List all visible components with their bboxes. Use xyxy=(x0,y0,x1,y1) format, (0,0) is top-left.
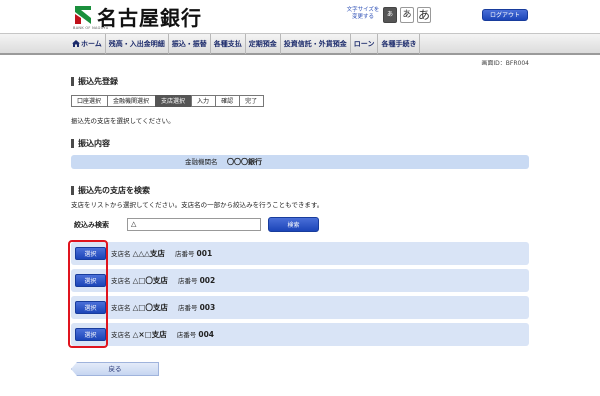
search-hint: 支店をリストから選択してください。支店名の一部から絞込みを行うこともできます。 xyxy=(71,201,324,209)
transfer-section-title: 振込内容 xyxy=(71,139,110,148)
nav-item-home[interactable]: ホーム xyxy=(70,34,106,54)
branch-row: 選択 支店名 △×□支店 店番号 004 xyxy=(71,323,529,346)
step-input: 入力 xyxy=(191,95,217,107)
branch-row: 選択 支店名 △□〇支店 店番号 003 xyxy=(71,296,529,319)
step-bank: 金融機関選択 xyxy=(107,95,157,107)
nav-item-investment[interactable]: 投資信託・外貨預金 xyxy=(281,34,351,54)
font-size-label: 文字サイズを変更する xyxy=(346,7,380,20)
branch-name: △□〇支店 xyxy=(132,303,168,312)
header: BANK OF NAGOYA 名古屋銀行 文字サイズを変更する あ あ あ ログ… xyxy=(0,0,600,33)
branch-number: 002 xyxy=(199,276,216,285)
branch-number-label: 店番号 xyxy=(178,277,198,285)
nav-item-payments[interactable]: 各種支払 xyxy=(211,34,246,54)
search-section-title: 振込先の支店を検索 xyxy=(71,186,150,195)
bank-value: 〇〇〇銀行 xyxy=(227,158,262,166)
logout-button[interactable]: ログアウト xyxy=(482,9,528,21)
font-size-large-button[interactable]: あ xyxy=(417,7,431,23)
nav-item-time-deposit[interactable]: 定期預金 xyxy=(246,34,281,54)
back-button[interactable]: 戻る xyxy=(71,362,159,376)
branch-row: 選択 支店名 △□〇支店 店番号 002 xyxy=(71,269,529,292)
step-complete: 完了 xyxy=(239,95,265,107)
step-confirm: 確認 xyxy=(215,95,241,107)
step-indicator: 口座選択 金融機関選択 支店選択 入力 確認 完了 xyxy=(71,95,265,107)
nav-item-transfer[interactable]: 振込・振替 xyxy=(169,34,211,54)
branch-number-label: 店番号 xyxy=(178,304,198,312)
branch-number-label: 店番号 xyxy=(176,331,197,339)
search-label: 絞込み検索 xyxy=(74,221,109,229)
nav-item-loan[interactable]: ローン xyxy=(351,34,379,54)
page-instruction: 振込先の支店を選択してください。 xyxy=(71,117,175,125)
branch-number: 004 xyxy=(198,330,215,339)
bank-name: 名古屋銀行 xyxy=(97,6,202,30)
nav-item-label: ホーム xyxy=(81,40,102,48)
font-size-medium-button[interactable]: あ xyxy=(400,7,414,23)
branch-row: 選択 支店名 △△△支店 店番号 001 xyxy=(71,242,529,265)
select-buttons-highlight xyxy=(68,240,108,348)
branch-name: △×□支店 xyxy=(132,330,167,339)
nav-item-procedures[interactable]: 各種手続き xyxy=(378,34,421,54)
branch-number: 001 xyxy=(196,249,213,258)
search-input[interactable]: △ xyxy=(127,218,261,231)
branch-number-label: 店番号 xyxy=(174,250,195,258)
bank-label: 金融機関名 xyxy=(185,158,218,166)
bank-info-box: 金融機関名 〇〇〇銀行 xyxy=(71,155,529,169)
bank-logo-icon xyxy=(75,6,91,24)
search-button[interactable]: 検索 xyxy=(268,217,319,232)
screen-id: 画面ID：BFR004 xyxy=(481,60,529,67)
nav-item-balance[interactable]: 残高・入出金明細 xyxy=(106,34,169,54)
branch-name: △□〇支店 xyxy=(132,276,168,285)
branch-name: △△△支店 xyxy=(132,249,165,258)
branch-number: 003 xyxy=(199,303,216,312)
step-branch: 支店選択 xyxy=(155,95,193,107)
branch-name-label: 支店名 xyxy=(111,277,131,285)
main-nav: ホーム 残高・入出金明細 振込・振替 各種支払 定期預金 投資信託・外貨預金 ロ… xyxy=(0,33,600,55)
branch-name-label: 支店名 xyxy=(111,304,131,312)
branch-name-label: 支店名 xyxy=(111,331,131,339)
page-title: 振込先登録 xyxy=(71,77,118,86)
step-account: 口座選択 xyxy=(71,95,109,107)
branch-name-label: 支店名 xyxy=(111,250,131,258)
home-icon xyxy=(72,40,80,47)
font-size-small-button[interactable]: あ xyxy=(383,7,397,23)
